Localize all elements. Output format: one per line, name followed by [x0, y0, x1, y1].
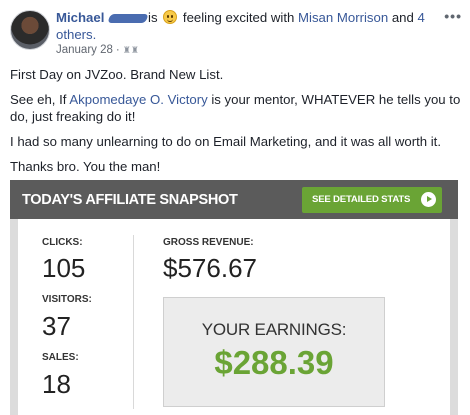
post-header: Michael is feeling excited with Misan Mo… — [8, 6, 462, 64]
post-line-2-start: See eh, If — [10, 92, 70, 107]
clicks-value: 105 — [42, 253, 86, 283]
snapshot-panel: CLICKS: 105 VISITORS: 37 SALES: 18 GROSS… — [18, 219, 450, 415]
more-options-icon[interactable]: ••• — [444, 8, 462, 24]
snapshot-header: TODAY'S AFFILIATE SNAPSHOT SEE DETAILED … — [10, 180, 458, 219]
snapshot-title: TODAY'S AFFILIATE SNAPSHOT — [22, 192, 238, 208]
mention-link[interactable]: Akpomedaye O. Victory — [69, 92, 207, 107]
post-line-3: I had so many unlearning to do on Email … — [10, 134, 442, 149]
post-body: First Day on JVZoo. Brand New List. See … — [10, 66, 462, 183]
affiliate-snapshot-image[interactable]: TODAY'S AFFILIATE SNAPSHOT SEE DETAILED … — [10, 180, 458, 415]
tagged-friend-link[interactable]: Misan Morrison — [298, 10, 388, 25]
earnings-box: YOUR EARNINGS: $288.39 — [163, 297, 385, 407]
avatar[interactable] — [10, 10, 50, 50]
redacted-name-block — [107, 14, 149, 24]
column-divider — [133, 235, 134, 409]
earnings-value: $288.39 — [214, 344, 334, 381]
see-detailed-stats-button: SEE DETAILED STATS — [302, 187, 442, 213]
visitors-label: VISITORS: — [42, 294, 92, 305]
visitors-value: 37 — [42, 311, 71, 341]
feeling-text: feeling excited with — [182, 10, 295, 25]
status-prefix: is — [148, 10, 158, 25]
and-text: and — [391, 10, 414, 25]
sales-label: SALES: — [42, 352, 79, 363]
post-date[interactable]: January 28 — [56, 44, 113, 56]
play-arrow-icon — [421, 192, 436, 207]
post-line-4: Thanks bro. You the man! — [10, 159, 161, 174]
revenue-value: $576.67 — [163, 253, 257, 283]
author-name[interactable]: Michael — [56, 10, 104, 25]
revenue-label: GROSS REVENUE: — [163, 237, 254, 248]
post-line-1: First Day on JVZoo. Brand New List. — [10, 67, 224, 82]
meta-separator: · — [115, 44, 120, 56]
post-header-line: Michael is feeling excited with Misan Mo… — [56, 9, 426, 43]
clicks-label: CLICKS: — [42, 237, 83, 248]
excited-emoji-icon — [163, 10, 178, 24]
stats-button-label: SEE DETAILED STATS — [312, 194, 411, 205]
post-line-2: See eh, If Akpomedaye O. Victory is your… — [10, 91, 462, 125]
post-meta: January 28 · ♜♜ — [56, 44, 139, 56]
friends-icon[interactable]: ♜♜ — [123, 45, 139, 56]
earnings-label: YOUR EARNINGS: — [201, 320, 347, 339]
sales-value: 18 — [42, 369, 71, 399]
